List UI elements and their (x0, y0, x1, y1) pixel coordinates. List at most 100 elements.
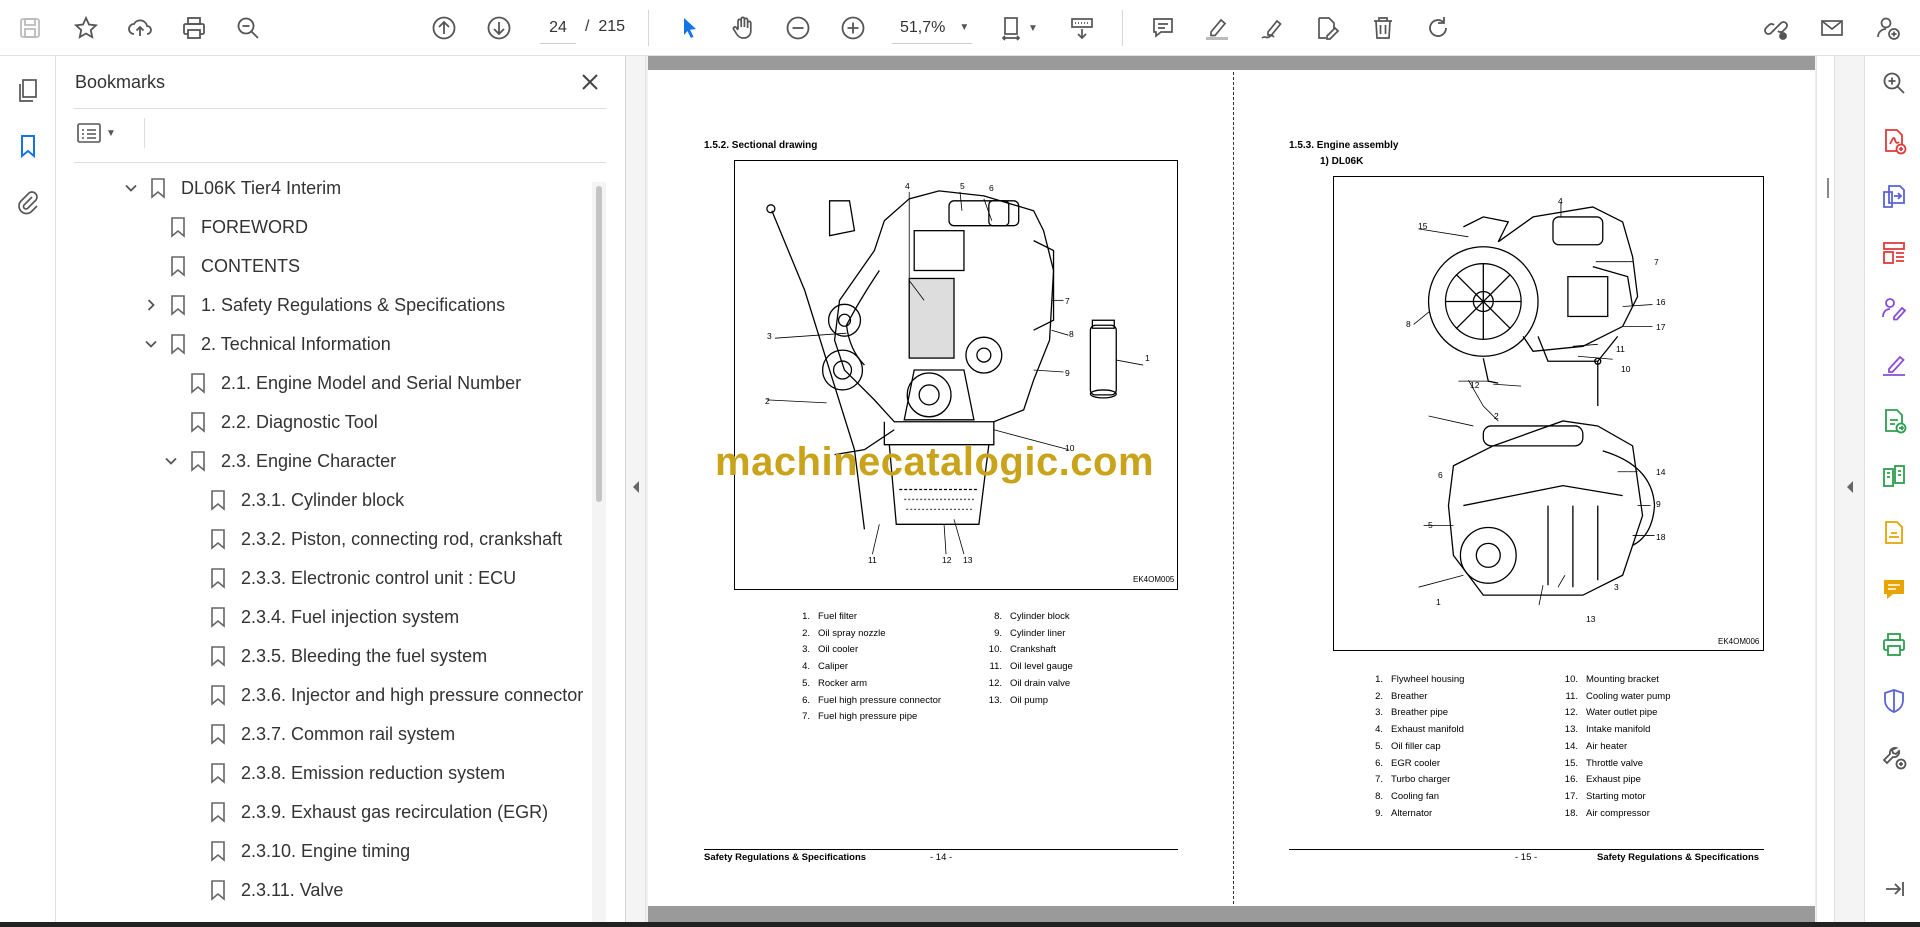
bookmark-item[interactable]: 2.3.11. Valve (182, 874, 343, 906)
legend-item: 5. Oil filler cap (1367, 741, 1441, 752)
next-page-icon[interactable] (481, 10, 517, 46)
hand-tool-icon[interactable] (725, 10, 761, 46)
legend-text: Intake manifold (1586, 724, 1651, 736)
share-link-icon[interactable] (1758, 10, 1794, 46)
save-icon[interactable] (12, 10, 48, 46)
bookmark-item[interactable]: 2.3.10. Engine timing (182, 835, 410, 867)
prev-page-icon[interactable] (426, 10, 462, 46)
chevron-down-icon[interactable] (162, 453, 180, 469)
bookmark-item[interactable]: 2.3.8. Emission reduction system (182, 757, 505, 789)
bookmark-item[interactable]: 2.3.2. Piston, connecting rod, crankshaf… (182, 523, 562, 555)
divider (74, 108, 606, 109)
legend-item: 14. Air heater (1562, 741, 1627, 752)
rotate-icon[interactable] (1420, 10, 1456, 46)
bookmark-item[interactable]: 2.1. Engine Model and Serial Number (162, 367, 521, 399)
bookmark-panel-icon[interactable] (10, 128, 46, 164)
bookmark-item[interactable]: 2.3.1. Cylinder block (182, 484, 404, 516)
bookmark-options-button[interactable]: ▼ (76, 118, 122, 148)
delete-trash-icon[interactable] (1365, 10, 1401, 46)
legend-number: 12. (1564, 707, 1578, 719)
highlight-pen-icon[interactable] (1199, 10, 1235, 46)
legend-number: 2. (1375, 690, 1383, 702)
fill-sign-icon[interactable] (1879, 350, 1909, 380)
bookmark-item[interactable]: DL06K Tier4 Interim (122, 172, 341, 204)
bookmark-item[interactable]: 2.3.7. Common rail system (182, 718, 455, 750)
footer-rule (704, 849, 1178, 850)
bookmark-item[interactable]: 2.3.6. Injector and high pressure connec… (182, 679, 583, 711)
compare-files-icon[interactable] (1879, 462, 1909, 492)
page-number-input[interactable] (540, 12, 576, 44)
legend-text: Mounting bracket (1586, 674, 1659, 685)
bookmark-item[interactable]: CONTENTS (142, 250, 300, 282)
legend-item: 12. Water outlet pipe (1562, 707, 1658, 719)
chevron-down-icon[interactable] (142, 336, 160, 352)
bookmark-item[interactable]: 1. Safety Regulations & Specifications (142, 289, 505, 321)
send-for-review-icon[interactable] (1879, 406, 1909, 436)
zoom-in-icon[interactable] (835, 10, 871, 46)
collapse-left-panel-handle[interactable] (626, 56, 646, 922)
zoom-out-icon[interactable] (780, 10, 816, 46)
print-icon[interactable] (176, 10, 212, 46)
attachment-paperclip-icon[interactable] (10, 184, 46, 220)
bookmark-item[interactable]: 2.2. Diagnostic Tool (162, 406, 378, 438)
email-icon[interactable] (1814, 10, 1850, 46)
organize-pages-icon[interactable] (1879, 238, 1909, 268)
protect-shield-icon[interactable] (1879, 686, 1909, 716)
bookmark-item[interactable]: 2.3.5. Bleeding the fuel system (182, 640, 487, 672)
comment-tool-icon[interactable] (1879, 574, 1909, 604)
comment-icon[interactable] (1145, 10, 1181, 46)
create-pdf-icon[interactable] (1879, 126, 1909, 156)
zoom-level-dropdown[interactable]: 51,7% ▼ (892, 12, 972, 44)
page-bottom-edge (648, 906, 1815, 922)
legend-number: 7. (802, 711, 810, 723)
bookmark-label: 2.2. Diagnostic Tool (221, 411, 378, 432)
figure-callout: 1 (1145, 353, 1150, 363)
select-cursor-icon[interactable] (671, 10, 707, 46)
collapse-right-panel-handle[interactable] (1834, 56, 1864, 922)
star-icon[interactable] (68, 10, 104, 46)
bookmark-item[interactable]: 2.3. Engine Character (162, 445, 396, 477)
watermark-text: machinecatalogic.com (715, 440, 1155, 484)
more-tools-icon[interactable] (1879, 742, 1909, 772)
bookmark-item[interactable]: 2. Technical Information (142, 328, 391, 360)
upload-cloud-icon[interactable] (122, 10, 158, 46)
chevron-right-icon[interactable] (142, 297, 160, 313)
bookmark-item[interactable]: FOREWORD (142, 211, 308, 243)
legend-item: 4. Caliper (794, 661, 848, 672)
scan-ocr-icon[interactable] (1879, 518, 1909, 548)
legend-text: Oil spray nozzle (818, 627, 886, 639)
add-user-icon[interactable] (1870, 10, 1906, 46)
chevron-down-icon[interactable]: ▼ (1024, 10, 1042, 46)
bookmark-label: 2.3.9. Exhaust gas recirculation (EGR) (241, 801, 549, 822)
figure-callout: 14 (1656, 467, 1666, 477)
legend-text: Cooling water pump (1586, 690, 1671, 702)
bookmark-item[interactable]: 2.3.3. Electronic control unit : ECU (182, 562, 516, 594)
sectional-drawing-figure: 1 2 3 4 5 6 7 8 9 10 11 12 13 EK4OM005 (734, 160, 1178, 590)
bookmark-item[interactable]: 2.3.9. Exhaust gas recirculation (EGR) (182, 796, 548, 828)
chevron-down-icon[interactable] (122, 180, 140, 196)
close-icon[interactable] (576, 68, 604, 96)
bookmark-label: 2. Technical Information (201, 333, 391, 354)
find-zoom-icon[interactable] (230, 10, 266, 46)
zoom-search-icon[interactable] (1879, 68, 1909, 98)
request-signature-icon[interactable] (1879, 294, 1909, 324)
document-scroll-track[interactable] (1816, 56, 1834, 922)
legend-text: Cooling fan (1391, 790, 1440, 802)
bookmark-label: 1. Safety Regulations & Specifications (201, 294, 506, 315)
draw-signature-icon[interactable] (1254, 10, 1290, 46)
figure-callout: 18 (1656, 532, 1666, 542)
legend-item: 3. Oil cooler (794, 644, 858, 655)
document-scroll-thumb[interactable] (1827, 178, 1829, 198)
legend-text: Crankshaft (1010, 644, 1056, 656)
collapse-tools-icon[interactable] (1879, 874, 1909, 904)
page-thumbnails-icon[interactable] (10, 72, 46, 108)
bookmark-label: 2.3.2. Piston, connecting rod, crankshaf… (241, 528, 563, 549)
edit-text-icon[interactable] (1309, 10, 1345, 46)
scroll-mode-icon[interactable] (1064, 10, 1100, 46)
export-pdf-icon[interactable] (1879, 182, 1909, 212)
figure-callout: 11 (868, 555, 877, 565)
legend-number: 5. (802, 677, 810, 689)
bookmark-item[interactable]: 2.3.4. Fuel injection system (182, 601, 459, 633)
bookmark-label: CONTENTS (201, 255, 300, 276)
print-production-icon[interactable] (1879, 630, 1909, 660)
